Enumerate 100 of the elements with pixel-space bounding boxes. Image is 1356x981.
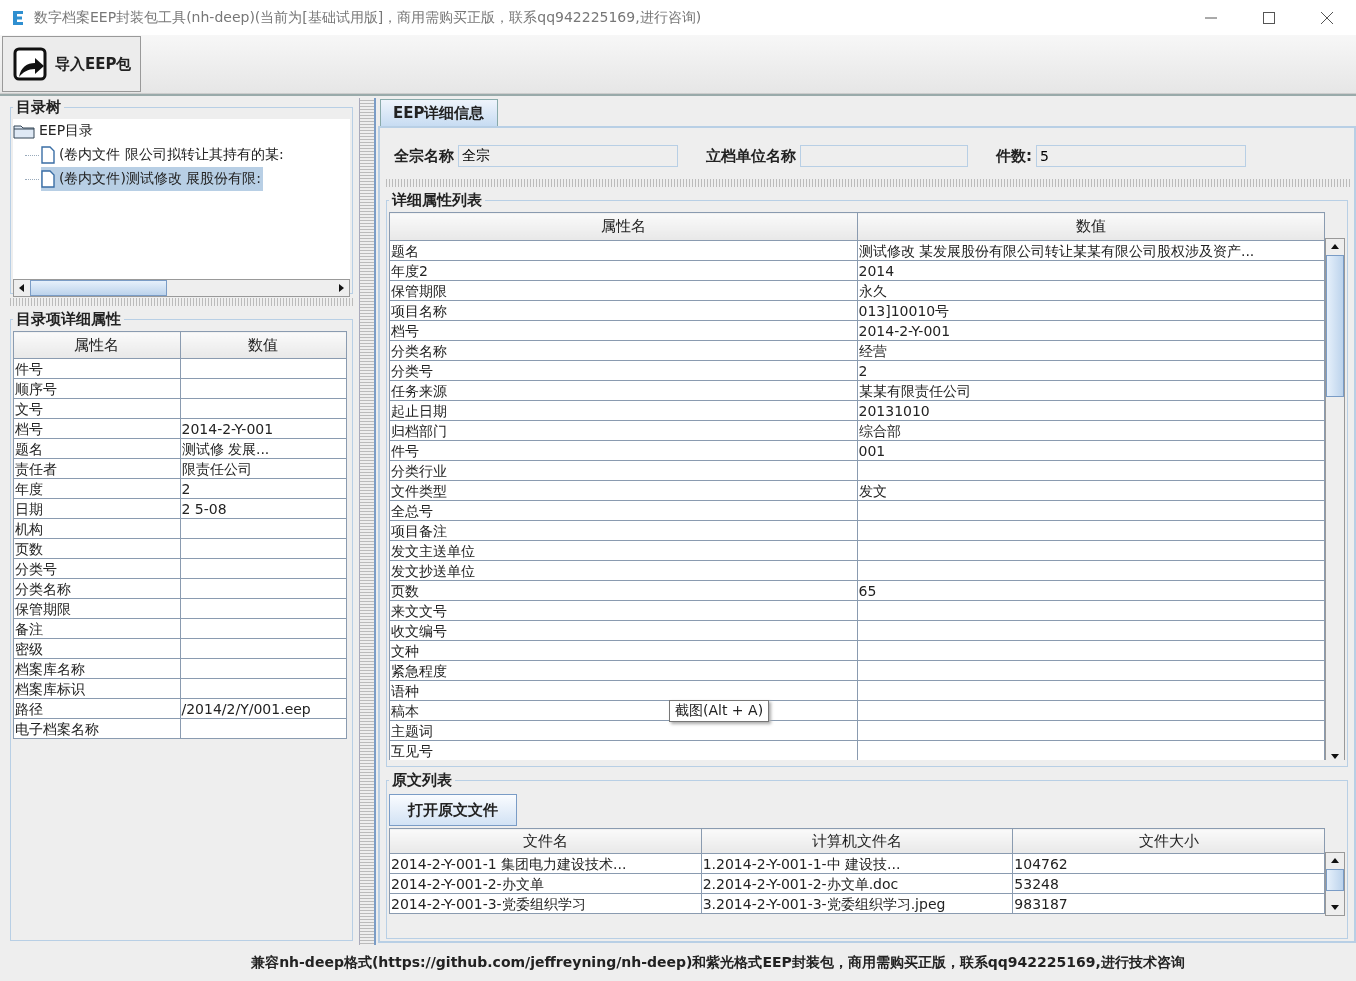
- table-cell: 分类号: [389, 360, 857, 381]
- vertical-scrollbar[interactable]: [1325, 852, 1345, 916]
- splitter-handle[interactable]: [359, 98, 376, 945]
- table-cell: 页数: [389, 580, 857, 601]
- table-cell: 题名: [13, 438, 180, 459]
- maximize-icon[interactable]: [1262, 10, 1276, 25]
- table-cell: 2014-2-Y-001-3-党委组织学习: [389, 893, 702, 914]
- horizontal-scrollbar[interactable]: [13, 279, 351, 297]
- field-label: 件数:: [996, 146, 1032, 166]
- table-cell: 文号: [13, 398, 180, 419]
- table-cell: 永久: [857, 280, 1325, 301]
- table-cell: 保管期限: [13, 598, 180, 619]
- table-cell: 001: [857, 440, 1325, 461]
- table-cell: 53248: [1012, 873, 1325, 894]
- table-cell: 分类号: [13, 558, 180, 579]
- table-cell: 测试修 发展...: [180, 438, 347, 459]
- panel-title: 目录项详细属性: [15, 310, 122, 329]
- scroll-down-icon[interactable]: [1331, 752, 1339, 760]
- panel-title: 详细属性列表: [390, 191, 483, 210]
- open-folder-icon: [13, 123, 35, 139]
- table-cell: 密级: [13, 638, 180, 659]
- table-cell: 档案库名称: [13, 658, 180, 679]
- tooltip: 截图(Alt + A): [669, 700, 770, 722]
- table-cell: 2: [857, 360, 1325, 381]
- table-cell: 发文主送单位: [389, 540, 857, 561]
- table-cell: 保管期限: [389, 280, 857, 301]
- table-cell: 题名: [389, 240, 857, 261]
- table-cell: 路径: [13, 698, 180, 719]
- table-cell: 1.2014-2-Y-001-1-中 建设技...: [701, 853, 1013, 874]
- table-cell: 起止日期: [389, 400, 857, 421]
- text-field[interactable]: 全宗: [458, 145, 678, 167]
- table-cell: 机构: [13, 518, 180, 539]
- text-field[interactable]: [800, 145, 968, 167]
- table-cell: 页数: [13, 538, 180, 559]
- vertical-scrollbar[interactable]: [1325, 238, 1345, 760]
- table-cell: 经营: [857, 340, 1325, 361]
- column-header[interactable]: 属性名: [389, 212, 857, 241]
- table-cell: 2014-2-Y-001-1 集团电力建设技术...: [389, 853, 702, 874]
- table-cell: 归档部门: [389, 420, 857, 441]
- table-cell: 2014-2-Y-001: [857, 320, 1325, 341]
- table-cell: 分类名称: [13, 578, 180, 599]
- table-cell: 65: [857, 580, 1325, 601]
- table-cell: 2: [180, 478, 347, 499]
- splitter-handle[interactable]: [8, 298, 356, 306]
- table-cell: 2014-2-Y-001: [180, 418, 347, 439]
- import-icon: [13, 47, 47, 81]
- table-cell: 顺序号: [13, 378, 180, 399]
- tree-item[interactable]: (卷内文件 限公司拟转让其持有的某:: [41, 143, 286, 167]
- table-cell: 电子档案名称: [13, 718, 180, 739]
- document-icon: [41, 146, 55, 164]
- tree-item[interactable]: (卷内文件)测试修改 展股份有限:: [41, 167, 264, 191]
- column-header[interactable]: 属性名: [13, 331, 180, 359]
- table-cell: 某某有限责任公司: [857, 380, 1325, 401]
- scroll-up-icon[interactable]: [1331, 857, 1339, 865]
- scroll-thumb[interactable]: [30, 280, 167, 296]
- table-cell: 年度2: [389, 260, 857, 281]
- table-cell: 2014: [857, 260, 1325, 281]
- table-cell: 档案库标识: [13, 678, 180, 699]
- scroll-right-icon[interactable]: [337, 284, 346, 292]
- table-cell: 2.2014-2-Y-001-2-办文单.doc: [701, 873, 1013, 894]
- table-cell: 文种: [389, 640, 857, 661]
- table-cell: 责任者: [13, 458, 180, 479]
- column-header[interactable]: 计算机文件名: [701, 828, 1013, 854]
- panel-title: 目录树: [15, 98, 62, 117]
- column-header[interactable]: 数值: [857, 212, 1325, 241]
- table-cell: 项目备注: [389, 520, 857, 541]
- table-cell: 件号: [13, 358, 180, 379]
- column-header[interactable]: 数值: [180, 331, 347, 359]
- table-cell: 任务来源: [389, 380, 857, 401]
- table-cell: 013]10010号: [857, 300, 1325, 321]
- scroll-thumb[interactable]: [1326, 869, 1344, 891]
- table-cell: 互见号: [389, 740, 857, 760]
- table-cell: 紧急程度: [389, 660, 857, 681]
- panel-title: 原文列表: [391, 771, 453, 790]
- table-cell: 综合部: [857, 420, 1325, 441]
- scroll-left-icon[interactable]: [18, 284, 26, 292]
- open-file-button[interactable]: 打开原文文件: [389, 794, 517, 826]
- table-cell: 分类名称: [389, 340, 857, 361]
- text-field[interactable]: 5: [1036, 145, 1246, 167]
- table-cell: 收文编号: [389, 620, 857, 641]
- table-cell: 分类行业: [389, 460, 857, 481]
- close-icon[interactable]: [1320, 10, 1334, 25]
- table-cell: 发文抄送单位: [389, 560, 857, 581]
- scroll-up-icon[interactable]: [1331, 243, 1339, 251]
- scroll-down-icon[interactable]: [1331, 903, 1339, 911]
- column-header[interactable]: 文件名: [389, 828, 702, 854]
- table-cell: 件号: [389, 440, 857, 461]
- tab[interactable]: EEP详细信息: [380, 99, 498, 126]
- table-cell: 104762: [1012, 853, 1325, 874]
- scroll-thumb[interactable]: [1326, 255, 1344, 397]
- import-button[interactable]: 导入EEP包: [2, 36, 141, 92]
- table-cell: 全总号: [389, 500, 857, 521]
- field-label: 立档单位名称: [706, 146, 796, 166]
- table-cell: 测试修改 某发展股份有限公司转让某某有限公司股权涉及资产...: [857, 240, 1325, 261]
- tree-item[interactable]: EEP目录: [13, 119, 351, 143]
- table-cell: 2014-2-Y-001-2-办文单: [389, 873, 702, 894]
- table-cell: 983187: [1012, 893, 1325, 914]
- column-header[interactable]: 文件大小: [1012, 828, 1325, 854]
- document-icon: [41, 170, 55, 188]
- table-cell: 文件类型: [389, 480, 857, 501]
